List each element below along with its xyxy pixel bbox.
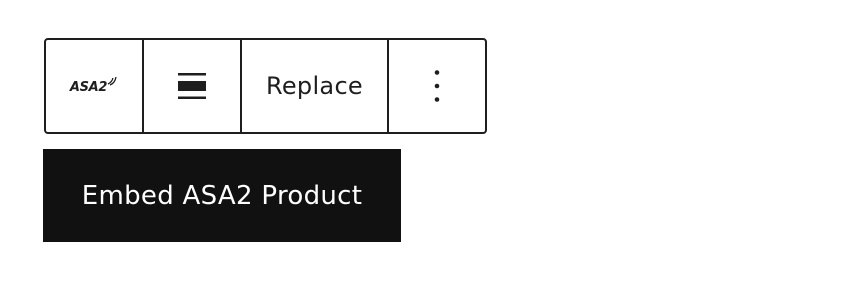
signal-waves-icon xyxy=(107,76,117,86)
block-placeholder-label[interactable]: Embed ASA2 Product xyxy=(43,149,401,242)
replace-button[interactable]: Replace xyxy=(242,40,389,132)
align-full-width-icon xyxy=(178,73,206,99)
asa2-logo-icon: ASA2 xyxy=(69,76,118,95)
editor-canvas: ASA2 Replace Embed ASA2 Product xyxy=(0,0,868,298)
asa2-logo-text: ASA2 xyxy=(69,79,108,95)
replace-label: Replace xyxy=(265,72,364,100)
more-options-button[interactable] xyxy=(389,40,485,132)
block-type-button[interactable]: ASA2 xyxy=(46,40,144,132)
align-button[interactable] xyxy=(144,40,242,132)
vertical-ellipsis-icon xyxy=(434,70,440,102)
block-toolbar: ASA2 Replace xyxy=(44,38,487,134)
